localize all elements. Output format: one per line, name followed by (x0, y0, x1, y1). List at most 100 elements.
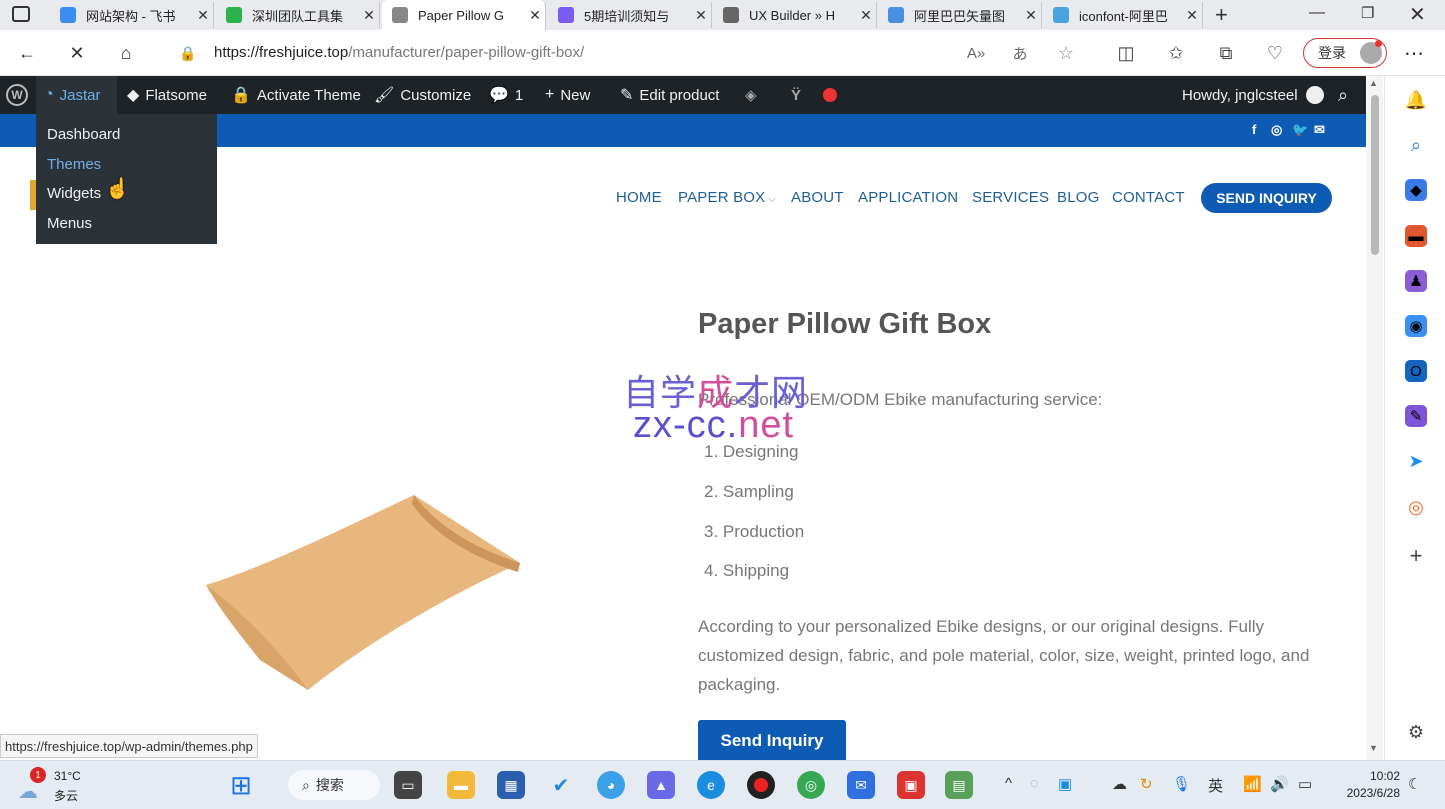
home-icon[interactable]: ⌂ (112, 39, 140, 67)
admin-bar-edit-product[interactable]: ✎ Edit product (620, 76, 719, 114)
tab-close-icon[interactable]: ✕ (691, 7, 711, 24)
task-view-icon[interactable]: ▭ (394, 771, 422, 799)
ime-indicator[interactable]: 英 (1208, 775, 1223, 796)
facebook-icon[interactable]: f (1252, 122, 1256, 137)
browser-tab[interactable]: 阿里巴巴矢量图 ✕ (878, 2, 1042, 28)
file-explorer-icon[interactable]: ▬ (447, 771, 475, 799)
recorder-icon[interactable] (747, 771, 775, 799)
tab-actions-icon[interactable] (12, 6, 30, 22)
nav-blog[interactable]: BLOG (1057, 189, 1099, 206)
tab-close-icon[interactable]: ✕ (1021, 7, 1041, 24)
minimize-button[interactable]: — (1309, 4, 1325, 22)
search-icon[interactable]: ⌕ (1405, 134, 1427, 156)
admin-bar-site-name[interactable]: ◔ Jastar (36, 76, 117, 114)
drop-icon[interactable]: ◎ (1405, 496, 1427, 518)
nav-application[interactable]: APPLICATION (858, 189, 958, 206)
seo-status-dot-icon[interactable] (823, 76, 837, 114)
nav-paper-box[interactable]: PAPER BOX ⌵ (678, 189, 776, 206)
read-aloud-icon[interactable]: A» (962, 39, 990, 67)
back-icon[interactable]: ← (13, 39, 41, 67)
email-icon[interactable]: ✉ (1314, 122, 1325, 138)
toolbox-icon[interactable]: ▬ (1405, 225, 1427, 247)
browser-essentials-icon[interactable]: ♡ (1261, 39, 1289, 67)
browser-tab[interactable]: 5期培训须知与 ✕ (548, 2, 712, 28)
feishu-icon[interactable]: ✔ (547, 771, 575, 799)
collections-icon[interactable]: ⧉ (1212, 39, 1240, 67)
login-button[interactable]: 登录 (1303, 38, 1387, 68)
admin-bar-new[interactable]: + New (545, 76, 590, 114)
shopping-tag-icon[interactable]: ◆ (1405, 179, 1427, 201)
weather-widget[interactable]: ☁ 1 31°C 多云 (16, 767, 96, 805)
microphone-icon[interactable]: 🎙 (1172, 775, 1191, 793)
browser-tab[interactable]: UX Builder » H ✕ (713, 2, 877, 28)
tray-sync-icon[interactable]: ↻ (1140, 775, 1153, 793)
nav-about[interactable]: ABOUT (791, 189, 844, 206)
copilot-icon[interactable]: ◉ (1405, 315, 1427, 337)
app-icon[interactable]: ▲ (647, 771, 675, 799)
tab-close-icon[interactable]: ✕ (1182, 7, 1202, 24)
chrome-icon[interactable]: ◎ (797, 771, 825, 799)
tab-close-icon[interactable]: ✕ (525, 7, 545, 24)
notification-moon-icon[interactable]: ☾ (1408, 775, 1421, 793)
bell-icon[interactable]: 🔔 (1405, 89, 1427, 111)
admin-bar-flatsome[interactable]: ◆ Flatsome (127, 76, 207, 114)
tab-close-icon[interactable]: ✕ (193, 7, 213, 24)
nav-home[interactable]: HOME (616, 189, 662, 206)
close-window-button[interactable]: ✕ (1409, 2, 1426, 27)
admin-bar-customize[interactable]: 🖌 Customize (374, 76, 471, 114)
address-bar[interactable]: https://freshjuice.top/manufacturer/pape… (214, 44, 584, 61)
outlook-icon[interactable]: O (1405, 360, 1427, 382)
diamond-plugin-icon[interactable]: ◈ (745, 76, 757, 114)
tray-app-icon[interactable]: ◌ (1030, 775, 1039, 792)
twitter-icon[interactable]: 🐦 (1292, 122, 1308, 138)
settings-gear-icon[interactable]: ⚙ (1405, 721, 1427, 743)
admin-search-icon[interactable]: ⌕ (1338, 76, 1348, 114)
browser-tab[interactable]: 网站架构 - 飞书 ✕ (50, 2, 214, 28)
browser-tab[interactable]: 深圳团队工具集 ✕ (216, 2, 380, 28)
clock[interactable]: 10:02 2023/6/28 (1330, 768, 1400, 802)
scroll-up-icon[interactable]: ▲ (1369, 78, 1378, 88)
browser-tab[interactable]: Paper Pillow G ✕ (382, 0, 546, 30)
favorites-icon[interactable]: ✩ (1162, 39, 1190, 67)
tray-chevron-up-icon[interactable]: ^ (1005, 775, 1012, 792)
nav-services[interactable]: SERVICES (972, 189, 1049, 206)
maximize-button[interactable]: ❐ (1361, 4, 1374, 22)
product-image[interactable] (200, 490, 530, 700)
more-icon[interactable]: ⋯ (1400, 39, 1428, 67)
favorite-star-icon[interactable]: ☆ (1052, 39, 1080, 67)
tab-close-icon[interactable]: ✕ (359, 7, 379, 24)
dropdown-item-dashboard[interactable]: Dashboard (47, 119, 120, 149)
split-screen-icon[interactable]: ◫ (1112, 39, 1140, 67)
lock-icon[interactable]: 🔒 (174, 39, 202, 67)
dropdown-item-themes[interactable]: Themes (47, 149, 101, 179)
mail-icon[interactable]: ✉ (847, 771, 875, 799)
tray-cloud-icon[interactable]: ☁ (1112, 775, 1127, 793)
nav-contact[interactable]: CONTACT (1112, 189, 1185, 206)
browser-tab[interactable]: iconfont-阿里巴 ✕ (1043, 2, 1203, 28)
games-icon[interactable]: ♟ (1405, 270, 1427, 292)
edge-icon[interactable]: e (697, 771, 725, 799)
admin-bar-activate-theme[interactable]: 🔒 Activate Theme (231, 76, 361, 114)
store-icon[interactable]: ▦ (497, 771, 525, 799)
start-icon[interactable]: ⊞ (227, 770, 255, 800)
office-icon[interactable]: ▣ (897, 771, 925, 799)
send-icon[interactable]: ➤ (1405, 450, 1427, 472)
scroll-down-icon[interactable]: ▼ (1369, 743, 1378, 753)
battery-icon[interactable]: ▭ (1298, 775, 1312, 793)
add-sidebar-icon[interactable]: + (1405, 543, 1427, 568)
admin-bar-comments[interactable]: 💬 1 (489, 76, 523, 114)
taskbar-search[interactable]: ⌕ 搜索 (288, 770, 380, 800)
wordpress-logo-icon[interactable]: W (0, 76, 34, 114)
new-tab-button[interactable]: + (1215, 2, 1228, 28)
send-inquiry-button[interactable]: Send Inquiry (698, 720, 846, 762)
yoast-seo-icon[interactable]: Ÿ (791, 76, 801, 114)
dropdown-item-menus[interactable]: Menus (47, 208, 92, 238)
dropdown-item-widgets[interactable]: Widgets (47, 178, 101, 208)
send-inquiry-nav-button[interactable]: SEND INQUIRY (1201, 183, 1332, 213)
volume-icon[interactable]: 🔊 (1270, 775, 1289, 793)
notepad-icon[interactable]: ▤ (945, 771, 973, 799)
instagram-icon[interactable]: ◎ (1271, 122, 1282, 138)
translate-icon[interactable]: あ (1006, 39, 1034, 67)
designer-icon[interactable]: ✎ (1405, 405, 1427, 427)
scrollbar-thumb[interactable] (1371, 95, 1379, 255)
